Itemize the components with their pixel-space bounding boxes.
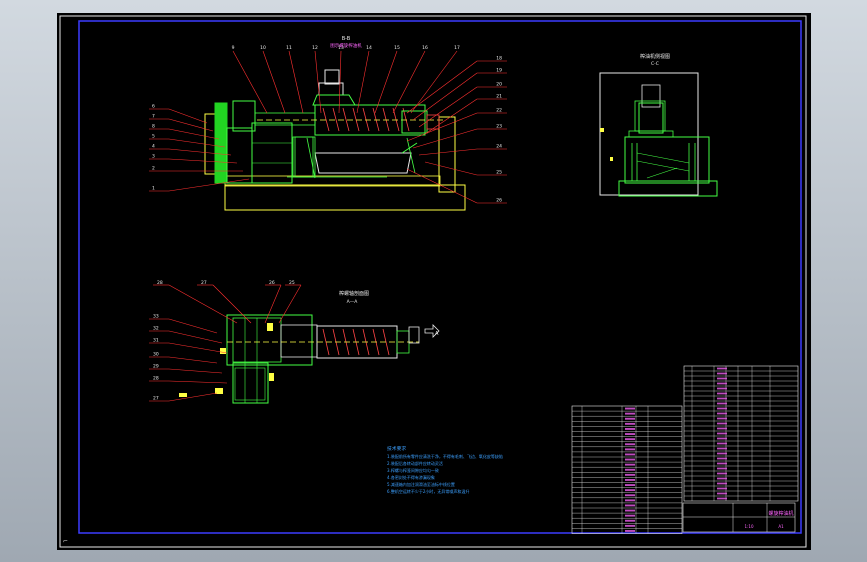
callout-number: 23	[496, 124, 502, 130]
callout-number: 16	[422, 45, 428, 51]
callout-number: 20	[496, 82, 502, 88]
callout-number: 28	[153, 376, 159, 382]
callout-number: 1	[152, 186, 155, 192]
callout: 26	[264, 280, 282, 324]
callout: 21	[424, 94, 502, 135]
callout: 9	[232, 45, 268, 114]
callout-number: 14	[366, 45, 372, 51]
note-line-5: 5.减速箱内加注润滑油至油标中线位置	[387, 481, 455, 487]
section-view-subtitle: A—A	[347, 299, 359, 305]
callout-number: 7	[152, 114, 155, 120]
section-view	[179, 314, 440, 404]
callout: 28	[157, 280, 238, 324]
notes-heading: 技术要求	[387, 445, 406, 452]
callout-number: 30	[153, 352, 159, 358]
callout-number: 29	[153, 364, 159, 370]
side-view-subtitle: C-C	[651, 61, 659, 67]
note-line-1: 1.装配前所有零件应清洗干净，不得有毛刺、飞边、氧化皮等缺陷	[387, 453, 503, 459]
section-mark: A	[435, 331, 439, 337]
callout-number: 12	[312, 45, 318, 51]
callout-number: 15	[394, 45, 400, 51]
callout: 10	[260, 45, 286, 114]
title-block: 螺旋榨油机 1:10 A1	[682, 502, 796, 533]
callout: 32	[153, 326, 223, 344]
drawing-sheet: 6 7 8 5 4 3 2 1 9 10 11 12 13 14 15 16 17 18 19 20 21 22 23 24 2…	[57, 13, 811, 550]
callout-number: 25	[496, 170, 502, 176]
callout-number: 25	[289, 280, 295, 286]
note-line-4: 4.各密封处不得有渗漏现象	[387, 474, 435, 480]
callout: 23	[412, 124, 502, 149]
section-callouts: 28 27 26 25 33 32 31 30 29 28 27	[149, 280, 302, 402]
callout: 11	[286, 45, 304, 114]
drawing-name: 螺旋榨油机	[768, 510, 793, 517]
callout-number: 3	[152, 154, 155, 160]
callout: 25	[278, 280, 302, 324]
note-line-2: 2.装配后各转动部件应转动灵活	[387, 460, 443, 466]
callout-number: 10	[260, 45, 266, 51]
callout-number: 21	[496, 94, 502, 100]
callout-number: 31	[153, 338, 159, 344]
callout-number: 27	[153, 396, 159, 402]
front-view-title: B-B	[342, 36, 351, 42]
callout-number: 6	[152, 104, 155, 110]
side-view	[599, 72, 718, 197]
callout-number: 27	[201, 280, 207, 286]
callout: 5	[152, 134, 226, 148]
callout: 33	[153, 314, 218, 334]
technical-notes: 技术要求 1.装配前所有零件应清洗干净，不得有毛刺、飞边、氧化皮等缺陷 2.装配…	[387, 445, 503, 494]
callout: 8	[152, 124, 220, 140]
callout: 7	[152, 114, 214, 132]
callout: 14	[356, 45, 372, 114]
callout: 6	[152, 104, 208, 124]
section-view-title: 榨螺轴剖面图	[339, 290, 369, 297]
callout: 31	[153, 338, 228, 354]
callout: 29	[153, 364, 223, 374]
callout-number: 32	[153, 326, 159, 332]
callout-number: 17	[454, 45, 460, 51]
front-callouts: 678543219 10 11 12 13 14 15 16 17181920212223242…	[149, 45, 507, 204]
callout: 16	[392, 45, 428, 114]
callout-number: 9	[232, 45, 235, 51]
callout: 28	[153, 376, 228, 384]
drawing-sheet-size: A1	[778, 524, 784, 529]
note-line-3: 3.榨螺与榨笼间隙应均匀一致	[387, 467, 439, 473]
callout: 15	[374, 45, 400, 114]
callout-number: 2	[152, 166, 155, 172]
callout-number: 22	[496, 108, 502, 114]
callout: 25	[424, 161, 502, 176]
front-view-subtitle: 图示螺旋榨油机	[330, 42, 362, 49]
callout-number: 26	[496, 198, 502, 204]
callout-number: 33	[153, 314, 159, 320]
callout-number: 18	[496, 56, 502, 62]
callout-number: 28	[157, 280, 163, 286]
note-line-6: 6.整机空运转不少于2小时，无异常噪声和温升	[387, 488, 469, 494]
side-view-title: 榨油机侧视图	[640, 53, 670, 60]
callout-number: 4	[152, 144, 155, 150]
callout-number: 24	[496, 144, 502, 150]
callout: 2	[152, 166, 243, 172]
callout-number: 5	[152, 134, 155, 140]
callout: 18	[406, 56, 502, 114]
parts-list-right	[683, 365, 799, 502]
callout-number: 8	[152, 124, 155, 130]
ucs-icon: ⌐	[63, 538, 68, 545]
drawing-scale: 1:10	[745, 524, 754, 529]
parts-list-left	[571, 405, 683, 534]
callout-number: 11	[286, 45, 292, 51]
front-view	[204, 69, 466, 211]
callout-number: 19	[496, 68, 502, 74]
cad-drawing: 678543219 10 11 12 13 14 15 16 17181920212223242…	[59, 15, 807, 548]
callout-number: 26	[269, 280, 275, 286]
